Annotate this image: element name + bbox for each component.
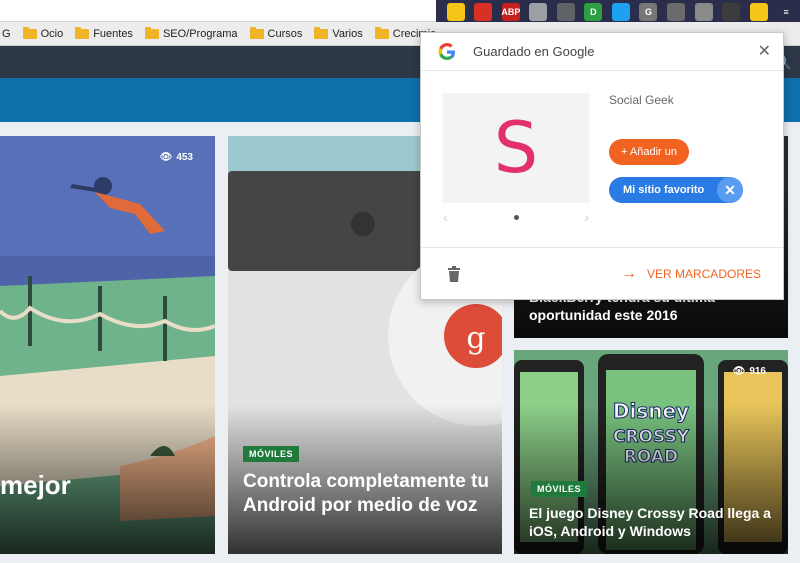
gplus-ext-icon-glyph: G xyxy=(639,3,658,21)
bookmark-partial[interactable]: G xyxy=(2,28,11,40)
close-icon[interactable]: ✕ xyxy=(758,41,771,61)
label-chip-favorite[interactable]: Mi sitio favorito ✕ xyxy=(609,177,743,203)
red-ext-icon-glyph xyxy=(474,3,493,21)
twitter-icon-glyph xyxy=(611,3,630,21)
folder-icon xyxy=(144,26,159,39)
article-card-left[interactable]: 👁 453 mejor xyxy=(0,136,215,554)
bookmark-popup: Guardado en Google ✕ S ‹ › Social Geek +… xyxy=(420,32,784,300)
folder-icon xyxy=(374,26,389,39)
eye-icon: 👁 xyxy=(732,366,746,377)
article-headline[interactable]: El juego Disney Crossy Road llega a iOS,… xyxy=(529,504,779,540)
bookmark-folder-ocio[interactable]: Ocio xyxy=(22,26,63,40)
star-icon-glyph xyxy=(446,3,465,21)
grey-ext-icon-glyph xyxy=(529,3,548,21)
trash-icon[interactable] xyxy=(447,265,461,282)
menu-icon-glyph: ≡ xyxy=(777,3,796,21)
bookmark-folder-fuentes[interactable]: Fuentes xyxy=(75,26,133,40)
grid-ext-icon-glyph xyxy=(667,3,686,21)
views-counter: 👁 453 xyxy=(159,152,193,163)
folder-icon xyxy=(249,26,264,39)
thumbnail-carousel: ‹ › xyxy=(443,209,589,225)
red-ext-icon[interactable] xyxy=(470,0,498,24)
bookmark-star-icon-glyph xyxy=(749,3,768,21)
article-card-right-bottom[interactable]: Disney CROSSY ROAD 👁916 MÓVILES El juego… xyxy=(514,350,788,554)
abp-icon-glyph: ABP xyxy=(501,3,520,21)
bae-ext-icon[interactable] xyxy=(690,0,718,24)
svg-text:g: g xyxy=(466,321,485,356)
bookmark-star-icon[interactable] xyxy=(745,0,773,24)
carousel-dot xyxy=(513,214,519,220)
grid-ext-icon[interactable] xyxy=(662,0,690,24)
view-bookmarks-link[interactable]: → VER MARCADORES xyxy=(621,265,761,283)
green-ext-icon[interactable]: D xyxy=(580,0,608,24)
refresh-ext-icon-glyph xyxy=(556,3,575,21)
folder-icon xyxy=(314,26,329,39)
popup-title: Guardado en Google xyxy=(473,44,595,59)
article-headline[interactable]: mejor xyxy=(0,470,71,501)
green-ext-icon-glyph: D xyxy=(584,3,603,21)
folder-icon xyxy=(75,26,90,39)
category-tag[interactable]: MÓVILES xyxy=(531,481,588,497)
remove-label-icon[interactable]: ✕ xyxy=(717,177,743,203)
grey-ext-icon[interactable] xyxy=(525,0,553,24)
refresh-ext-icon[interactable] xyxy=(552,0,580,24)
view-bookmarks-label: VER MARCADORES xyxy=(646,266,761,281)
thumbnail-letter: S xyxy=(493,107,539,189)
bae-ext-icon-glyph xyxy=(694,3,713,21)
bookmark-folder-varios[interactable]: Varios xyxy=(314,26,363,40)
article-headline[interactable]: Controla completamente tu Android por me… xyxy=(243,470,493,518)
popup-footer: → VER MARCADORES xyxy=(421,247,783,299)
eye-icon: 👁 xyxy=(159,152,173,163)
category-tag[interactable]: MÓVILES xyxy=(243,446,300,462)
pocket-icon-glyph xyxy=(722,3,741,21)
bookmark-folder-seo[interactable]: SEO/Programa xyxy=(144,26,238,40)
gplus-ext-icon[interactable]: G xyxy=(635,0,663,24)
menu-icon[interactable]: ≡ xyxy=(772,0,800,24)
chevron-right-icon[interactable]: › xyxy=(584,209,589,225)
star-icon[interactable] xyxy=(442,0,470,24)
folder-icon xyxy=(22,26,37,39)
abp-icon[interactable]: ABP xyxy=(497,0,525,24)
site-thumbnail: S xyxy=(443,93,589,203)
add-label-button[interactable]: + Añadir un xyxy=(609,139,689,165)
pocket-icon[interactable] xyxy=(717,0,745,24)
chip-label: Mi sitio favorito xyxy=(623,184,705,196)
views-counter: 👁 916 xyxy=(732,366,766,377)
chevron-left-icon[interactable]: ‹ xyxy=(443,209,448,225)
bookmark-site-name[interactable]: Social Geek xyxy=(609,93,674,107)
twitter-icon[interactable] xyxy=(607,0,635,24)
bookmark-folder-cursos[interactable]: Cursos xyxy=(249,26,302,40)
arrow-right-icon: → xyxy=(620,264,637,282)
popup-header: Guardado en Google ✕ xyxy=(421,33,783,71)
address-bar[interactable] xyxy=(0,0,436,22)
extensions-toolbar: ABP D G ≡ xyxy=(436,0,800,24)
google-logo-icon xyxy=(438,42,455,60)
